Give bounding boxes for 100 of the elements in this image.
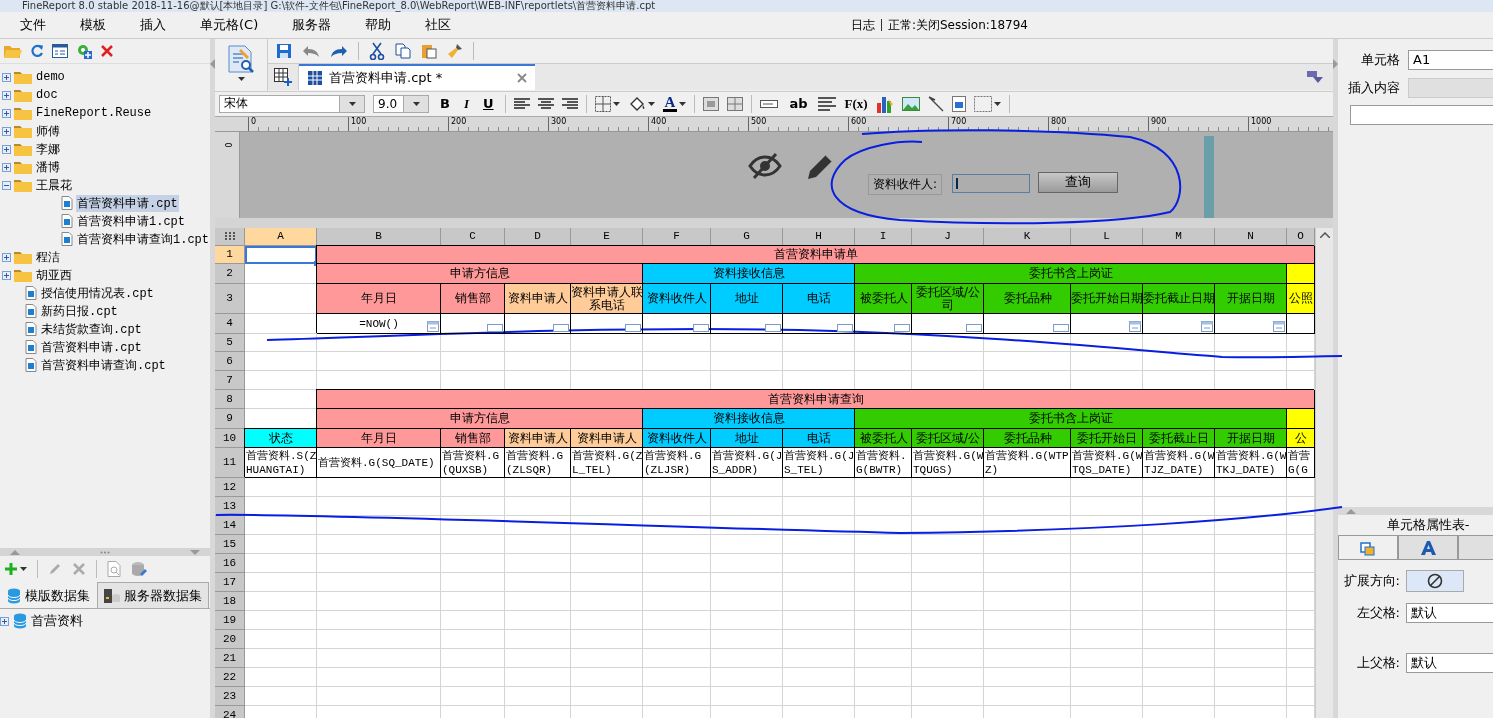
folder-item[interactable]: 师傅 [35, 122, 61, 140]
empty-cell[interactable] [441, 477, 505, 497]
empty-cell[interactable] [1215, 515, 1287, 535]
left-parent-field[interactable]: 默认 [1406, 603, 1493, 623]
close-icon[interactable] [100, 44, 114, 58]
caret-icon[interactable] [348, 101, 356, 106]
border-icon[interactable] [594, 95, 611, 112]
query-button[interactable]: 查询 [1038, 171, 1118, 193]
subreport-icon[interactable] [951, 95, 966, 112]
empty-cell[interactable] [317, 534, 441, 554]
caret-icon[interactable] [612, 101, 620, 106]
merge-cells-icon[interactable] [703, 96, 720, 111]
empty-cell[interactable] [1215, 686, 1287, 706]
empty-cell[interactable] [1143, 667, 1215, 687]
empty-cell[interactable] [783, 515, 855, 535]
empty-cell[interactable] [441, 686, 505, 706]
collapse-up-icon[interactable] [10, 549, 20, 555]
empty-cell[interactable] [441, 553, 505, 573]
cell-border-icon[interactable] [973, 95, 992, 112]
expand-icon[interactable] [2, 90, 11, 100]
refresh-icon[interactable] [30, 44, 44, 58]
select-all-icon[interactable] [224, 232, 235, 241]
empty-cell[interactable] [1143, 477, 1215, 497]
empty-cell[interactable] [441, 648, 505, 668]
empty-cell[interactable] [1071, 351, 1143, 371]
empty-cell[interactable] [505, 686, 571, 706]
empty-cell[interactable] [1215, 496, 1287, 516]
empty-cell[interactable] [441, 534, 505, 554]
empty-cell[interactable] [711, 591, 783, 611]
empty-cell[interactable] [317, 686, 441, 706]
tab-list-icon[interactable] [1307, 71, 1323, 83]
italic-button[interactable]: I [460, 95, 472, 112]
empty-cell[interactable] [984, 686, 1071, 706]
empty-cell[interactable] [643, 648, 711, 668]
empty-cell[interactable] [643, 667, 711, 687]
preview-report-icon[interactable] [227, 45, 255, 73]
empty-cell[interactable] [441, 496, 505, 516]
empty-cell[interactable] [441, 333, 505, 352]
menu-item[interactable]: 帮助 [345, 16, 406, 34]
empty-cell[interactable] [912, 351, 984, 371]
empty-cell[interactable] [783, 572, 855, 592]
collapse-down-icon[interactable] [190, 549, 200, 555]
empty-cell[interactable] [855, 351, 912, 371]
empty-cell[interactable] [505, 496, 571, 516]
empty-cell[interactable] [505, 553, 571, 573]
image-icon[interactable] [901, 96, 920, 111]
parameter-input[interactable] [952, 173, 1030, 193]
empty-cell[interactable] [711, 553, 783, 573]
empty-cell[interactable] [711, 534, 783, 554]
empty-cell[interactable] [783, 534, 855, 554]
empty-cell[interactable] [711, 686, 783, 706]
empty-cell[interactable] [317, 572, 441, 592]
font-family-select[interactable]: 宋体 [219, 94, 365, 113]
empty-cell[interactable] [711, 629, 783, 649]
empty-cell[interactable] [855, 686, 912, 706]
empty-cell[interactable] [1215, 572, 1287, 592]
empty-cell[interactable] [441, 351, 505, 371]
delete-icon[interactable] [72, 562, 86, 576]
empty-cell[interactable] [711, 667, 783, 687]
empty-cell[interactable] [711, 648, 783, 668]
expand-icon[interactable] [2, 252, 11, 262]
empty-cell[interactable] [855, 553, 912, 573]
empty-cell[interactable] [571, 572, 643, 592]
folder-item[interactable]: doc [35, 88, 59, 102]
folder-item[interactable]: 李娜 [35, 140, 61, 158]
paragraph-icon[interactable] [818, 96, 837, 111]
empty-cell[interactable] [984, 351, 1071, 371]
folder-item[interactable]: 胡亚西 [35, 266, 73, 284]
empty-cell[interactable] [783, 667, 855, 687]
empty-cell[interactable] [317, 351, 441, 371]
empty-cell[interactable] [783, 477, 855, 497]
empty-cell[interactable] [1215, 351, 1287, 371]
menu-item[interactable]: 文件 [0, 16, 60, 34]
empty-cell[interactable] [571, 591, 643, 611]
empty-cell[interactable] [912, 648, 984, 668]
empty-cell[interactable] [441, 610, 505, 630]
empty-cell[interactable] [1215, 534, 1287, 554]
empty-cell[interactable] [855, 667, 912, 687]
property-tab[interactable] [1398, 535, 1458, 559]
caret-icon[interactable] [679, 101, 687, 106]
empty-cell[interactable] [441, 629, 505, 649]
empty-cell[interactable] [505, 667, 571, 687]
empty-cell[interactable] [711, 477, 783, 497]
text-field-icon[interactable] [760, 99, 779, 108]
empty-cell[interactable] [505, 648, 571, 668]
caret-icon[interactable] [20, 567, 27, 571]
empty-cell[interactable] [711, 610, 783, 630]
folder-item[interactable]: FineReport.Reuse [35, 106, 153, 120]
empty-cell[interactable] [711, 515, 783, 535]
empty-cell[interactable] [984, 333, 1071, 352]
empty-cell[interactable] [643, 572, 711, 592]
empty-cell[interactable] [571, 667, 643, 687]
collapse-up-icon[interactable] [1346, 508, 1356, 514]
collapse-icon[interactable] [2, 180, 11, 190]
empty-cell[interactable] [643, 477, 711, 497]
file-item[interactable]: 新药日报.cpt [40, 302, 119, 320]
empty-cell[interactable] [643, 629, 711, 649]
empty-cell[interactable] [783, 553, 855, 573]
empty-cell[interactable] [505, 351, 571, 371]
empty-cell[interactable] [643, 591, 711, 611]
